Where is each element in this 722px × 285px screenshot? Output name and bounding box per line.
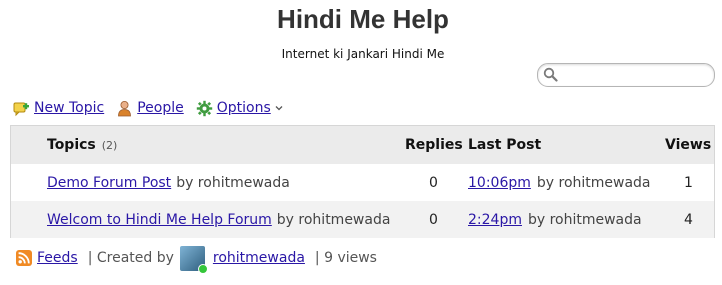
page-views: | 9 views xyxy=(314,250,377,266)
table-header: Topics (2) Replies Last Post Views xyxy=(11,126,714,165)
people-link[interactable]: People xyxy=(137,100,184,116)
new-topic-icon xyxy=(13,102,29,116)
topic-link[interactable]: Demo Forum Post xyxy=(47,175,171,191)
replies-column-header: Replies xyxy=(405,137,463,153)
topic-cell: Welcom to Hindi Me Help Forum by rohitme… xyxy=(47,201,390,238)
views-count: 1 xyxy=(684,174,693,191)
people-icon xyxy=(118,100,132,116)
last-post-time-link[interactable]: 2:24pm xyxy=(468,212,522,228)
table-row: Demo Forum Post by rohitmewada 0 10:06pm… xyxy=(11,164,714,201)
gear-icon xyxy=(196,100,212,116)
forum-toolbar: New Topic People Options xyxy=(13,98,295,118)
chevron-down-icon[interactable] xyxy=(275,105,283,111)
topics-column-header: Topics (2) xyxy=(47,126,117,164)
creator-link[interactable]: rohitmewada xyxy=(213,250,305,266)
page-subtitle: Internet ki Jankari Hindi Me xyxy=(281,47,445,61)
new-topic-button[interactable]: New Topic xyxy=(13,100,104,117)
last-post-column-header: Last Post xyxy=(468,137,542,153)
created-by-label: | Created by xyxy=(87,250,174,266)
page-title: Hindi Me Help xyxy=(277,4,449,34)
last-post-author: by rohitmewada xyxy=(536,174,651,191)
options-menu[interactable]: Options xyxy=(196,100,283,117)
table-row: Welcom to Hindi Me Help Forum by rohitme… xyxy=(11,201,714,238)
views-count: 4 xyxy=(684,211,693,228)
search-input[interactable] xyxy=(560,66,710,85)
topics-header-label: Topics xyxy=(47,137,96,153)
online-status-dot xyxy=(197,263,208,274)
rss-icon[interactable] xyxy=(16,250,32,266)
last-post-author: by rohitmewada xyxy=(527,211,642,228)
people-button[interactable]: People xyxy=(116,100,184,117)
page-footer: Feeds | Created by rohitmewada | 9 views xyxy=(16,243,383,274)
last-post-time-link[interactable]: 10:06pm xyxy=(468,175,531,191)
avatar[interactable] xyxy=(179,245,208,274)
topic-author: by rohitmewada xyxy=(276,211,391,228)
new-topic-link[interactable]: New Topic xyxy=(34,100,104,116)
last-post-cell: 2:24pm by rohitmewada xyxy=(468,201,642,238)
feeds-link[interactable]: Feeds xyxy=(37,250,78,266)
topic-link[interactable]: Welcom to Hindi Me Help Forum xyxy=(47,212,272,228)
topic-cell: Demo Forum Post by rohitmewada xyxy=(47,164,290,201)
replies-count: 0 xyxy=(429,211,438,228)
topic-author: by rohitmewada xyxy=(176,174,290,191)
search-icon xyxy=(543,67,558,82)
options-link[interactable]: Options xyxy=(217,100,271,116)
replies-count: 0 xyxy=(429,174,438,191)
search-box[interactable] xyxy=(537,63,715,87)
last-post-cell: 10:06pm by rohitmewada xyxy=(468,164,651,201)
topics-table: Topics (2) Replies Last Post Views Demo … xyxy=(10,125,715,238)
topics-count: (2) xyxy=(101,138,118,152)
views-column-header: Views xyxy=(665,137,712,153)
